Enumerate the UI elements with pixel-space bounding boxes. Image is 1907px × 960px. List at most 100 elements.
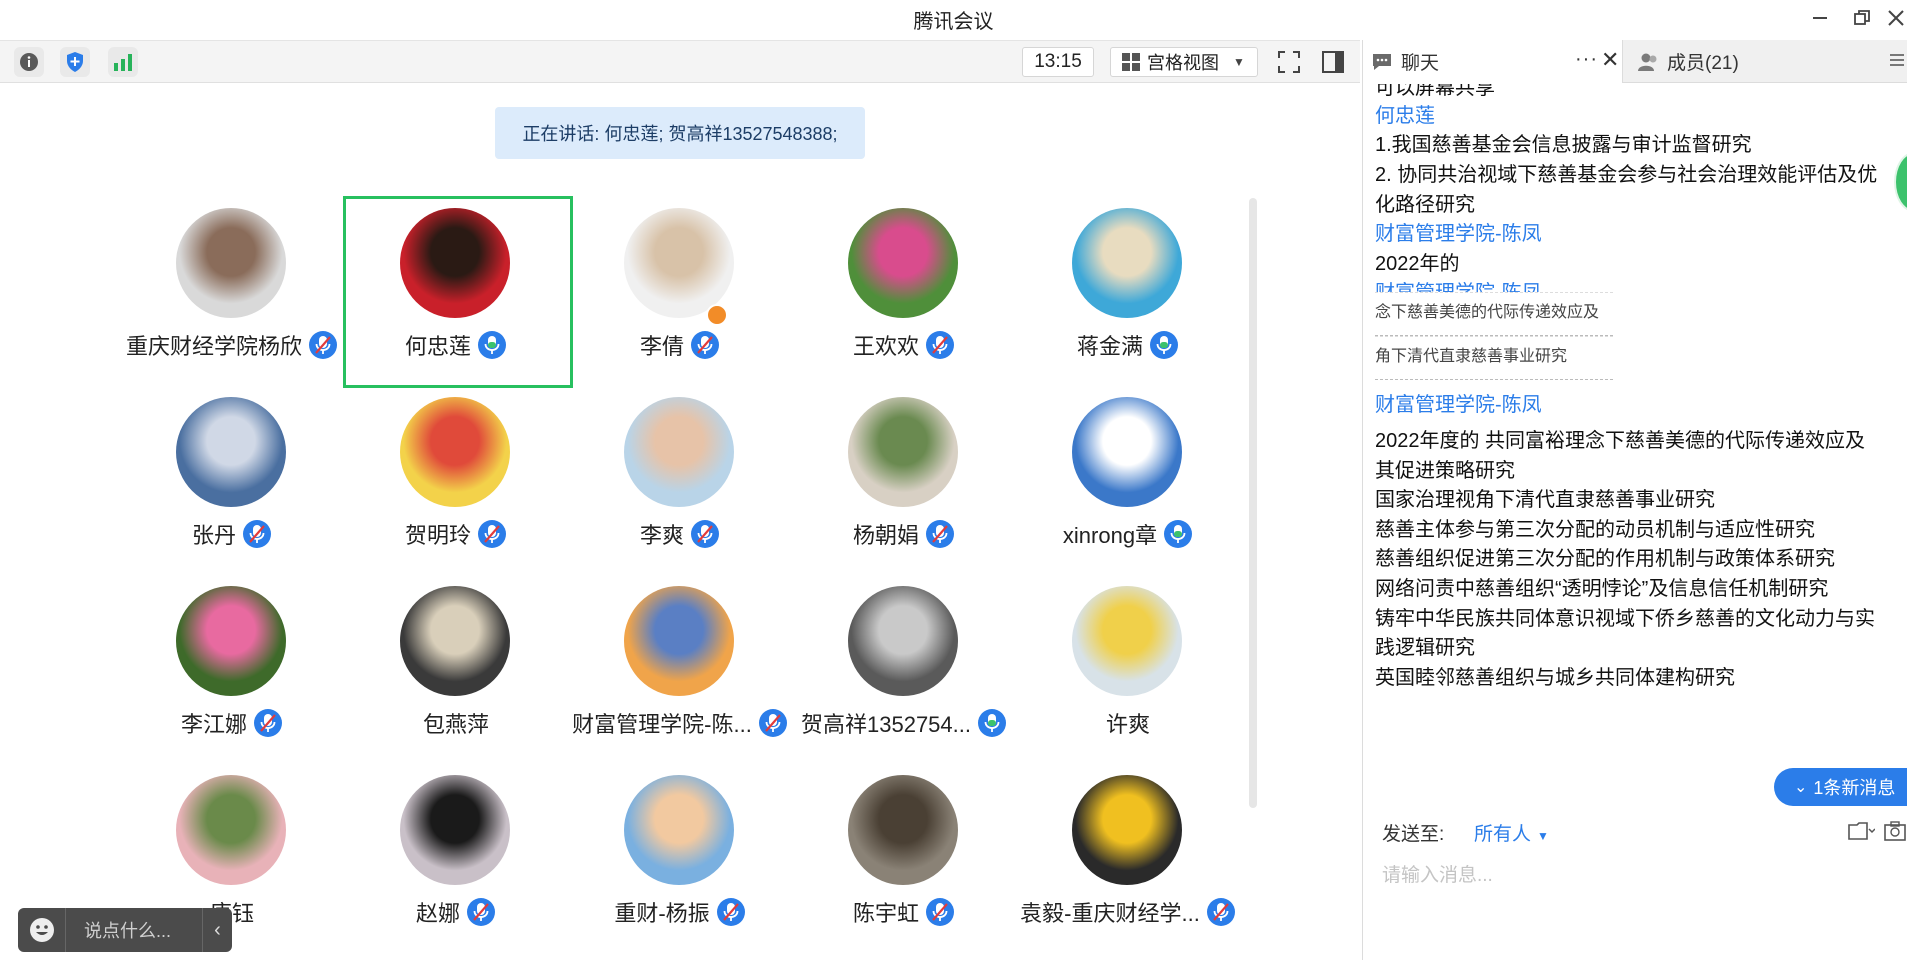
participant-tile[interactable]: 李倩 xyxy=(568,208,792,390)
chat-quoted-image[interactable]: 念下慈善美德的代际传递效应及 角下清代直隶慈善事业研究 xyxy=(1375,292,1613,380)
quick-chat-placeholder[interactable]: 说点什么... xyxy=(66,917,202,943)
participant-tile[interactable]: 财富管理学院-陈... xyxy=(568,586,792,768)
meeting-toolbar: 13:15 宫格视图 ▼ xyxy=(0,40,1360,83)
participant-tile[interactable]: 赵娜 xyxy=(344,775,568,957)
new-message-label: 1条新消息 xyxy=(1813,778,1896,798)
avatar xyxy=(1072,397,1182,507)
send-to-dropdown[interactable]: 所有人 ▼ xyxy=(1474,819,1549,846)
panel-menu-icon[interactable] xyxy=(1886,48,1907,72)
send-to-value: 所有人 xyxy=(1474,824,1532,845)
participant-name: 许爽 xyxy=(1105,712,1150,737)
participant-tile[interactable]: 何忠莲 xyxy=(343,196,573,390)
view-mode-dropdown[interactable]: 宫格视图 ▼ xyxy=(1110,47,1258,77)
mic-muted-icon xyxy=(1206,898,1235,926)
tab-chat[interactable]: 聊天 ··· ✕ xyxy=(1363,40,1623,83)
participant-name: 赵娜 xyxy=(415,901,460,926)
chat-sender-name: 财富管理学院-陈凤 xyxy=(1375,394,1542,416)
participant-tile[interactable]: 李爽 xyxy=(568,397,792,579)
minimize-icon[interactable] xyxy=(1800,3,1840,33)
participant-tile[interactable]: 贺高祥1352754... xyxy=(792,586,1016,768)
participant-name: 重财-杨振 xyxy=(614,901,710,926)
fullscreen-icon[interactable] xyxy=(1272,47,1306,77)
participant-name-row: xinrong章 xyxy=(986,518,1270,550)
participant-tile[interactable]: 重财-杨振 xyxy=(568,775,792,957)
more-options-icon[interactable]: ··· xyxy=(1575,48,1598,71)
participant-name: 王欢欢 xyxy=(852,334,919,359)
chevron-double-down-icon: ⌄ xyxy=(1794,779,1808,796)
mic-muted-icon xyxy=(926,520,954,548)
toggle-sidebar-icon[interactable] xyxy=(1316,47,1350,77)
avatar xyxy=(400,397,510,507)
participant-name: 财富管理学院-陈... xyxy=(572,712,752,737)
close-chat-icon[interactable]: ✕ xyxy=(1601,47,1619,73)
participant-name: 贺高祥1352754... xyxy=(801,712,971,737)
participant-tile[interactable]: xinrong章 xyxy=(1016,397,1240,579)
close-icon[interactable] xyxy=(1884,3,1907,33)
emoji-icon[interactable] xyxy=(18,908,66,952)
participant-name: 贺明玲 xyxy=(404,523,471,548)
view-mode-label: 宫格视图 xyxy=(1147,53,1219,73)
chevron-left-icon[interactable]: ‹ xyxy=(202,908,232,952)
avatar xyxy=(848,586,958,696)
avatar xyxy=(848,775,958,885)
new-message-button[interactable]: ⌄ 1条新消息 xyxy=(1774,768,1907,806)
participant-name: 袁毅-重庆财经学... xyxy=(1020,901,1200,926)
participant-name: xinrong章 xyxy=(1062,523,1158,548)
screenshot-icon[interactable] xyxy=(1880,818,1907,844)
title-bar: 腾讯会议 xyxy=(0,0,1907,38)
mic-on-icon xyxy=(1164,520,1193,548)
members-icon xyxy=(1638,53,1657,71)
chat-log[interactable]: 可以屏幕共享 何忠莲 1.我国慈善基金会信息披露与审计监督研究 2. 协同共治视域下慈… xyxy=(1363,84,1907,854)
file-folder-icon[interactable] xyxy=(1846,818,1876,844)
participant-name-row: 蒋金满 xyxy=(986,329,1270,361)
participant-tile[interactable]: 贺明玲 xyxy=(344,397,568,579)
mic-muted-icon xyxy=(243,520,271,548)
participant-tile[interactable]: 蒋金满 xyxy=(1016,208,1240,390)
avatar xyxy=(624,397,734,507)
participant-name: 蒋金满 xyxy=(1076,334,1143,359)
participant-tile[interactable]: 袁毅-重庆财经学... xyxy=(1016,775,1240,957)
mic-muted-icon xyxy=(926,331,954,359)
participant-name: 李倩 xyxy=(639,334,684,359)
avatar xyxy=(848,208,958,318)
quick-chat-bar[interactable]: 说点什么... ‹ xyxy=(18,908,232,952)
participant-name-row: 袁毅-重庆财经学... xyxy=(986,896,1270,928)
panel-tabs: 聊天 ··· ✕ 成员(21) xyxy=(1363,40,1907,83)
network-signal-icon[interactable] xyxy=(108,47,138,77)
participant-tile[interactable]: 李江娜 xyxy=(120,586,344,768)
participant-name: 包燕萍 xyxy=(422,712,489,737)
participant-tile[interactable]: 重庆财经学院杨欣 xyxy=(120,208,344,390)
restore-icon[interactable] xyxy=(1842,3,1882,33)
speaking-banner: 正在讲话: 何忠莲; 贺高祥13527548388; xyxy=(495,107,865,159)
participant-name: 陈宇虹 xyxy=(852,901,919,926)
participant-tile[interactable]: 陈宇虹 xyxy=(792,775,1016,957)
avatar xyxy=(176,586,286,696)
mic-on-icon xyxy=(1150,331,1178,359)
mic-muted-icon xyxy=(691,331,719,359)
message-input[interactable]: 请输入消息... xyxy=(1382,860,1493,887)
participant-tile[interactable]: 包燕萍 xyxy=(344,586,568,768)
participant-tile[interactable]: 许爽 xyxy=(1016,586,1240,768)
mic-muted-icon xyxy=(716,898,745,926)
meeting-time: 13:15 xyxy=(1022,47,1094,77)
host-badge-icon xyxy=(706,304,728,326)
participant-tile[interactable]: 王欢欢 xyxy=(792,208,1016,390)
avatar xyxy=(624,208,734,318)
caret-down-icon: ▼ xyxy=(1537,829,1549,843)
participant-tile[interactable]: 张丹 xyxy=(120,397,344,579)
participant-name: 张丹 xyxy=(191,523,236,548)
window-title: 腾讯会议 xyxy=(913,11,994,33)
participant-name-row: 许爽 xyxy=(986,707,1270,739)
info-icon[interactable] xyxy=(14,47,44,77)
security-shield-icon[interactable] xyxy=(60,47,90,77)
tab-chat-label: 聊天 xyxy=(1401,53,1440,74)
participant-tile[interactable]: 杨朝娟 xyxy=(792,397,1016,579)
participant-name: 杨朝娟 xyxy=(852,523,919,548)
grid-scrollbar[interactable] xyxy=(1249,198,1257,808)
avatar xyxy=(624,586,734,696)
mic-muted-icon xyxy=(254,709,282,737)
tab-members[interactable]: 成员(21) xyxy=(1631,40,1881,83)
avatar xyxy=(176,208,286,318)
mic-muted-icon xyxy=(926,898,954,926)
meeting-window: 腾讯会议 13:15 宫格视图 ▼ 正在讲话: 何忠莲; 贺高祥13527548… xyxy=(0,0,1907,960)
